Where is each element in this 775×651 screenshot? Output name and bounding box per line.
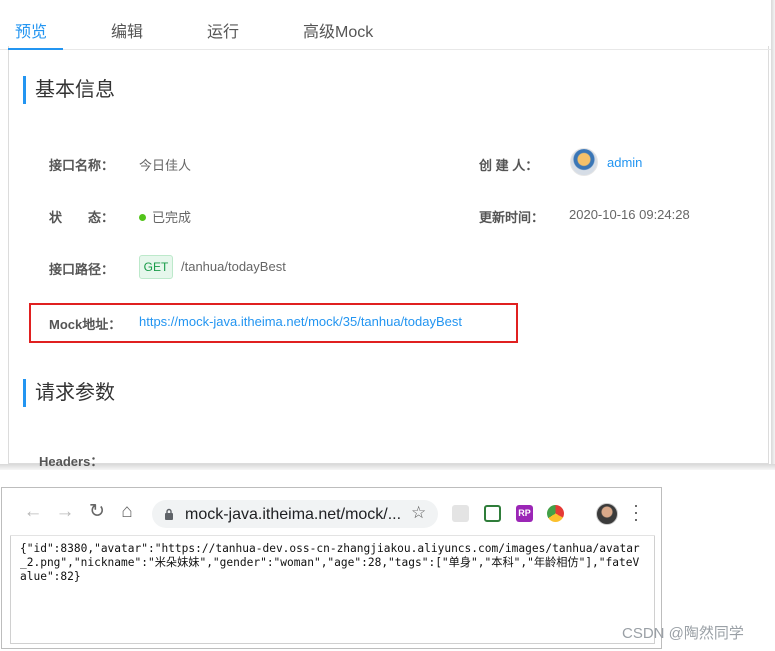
tab-edit[interactable]: 编辑 (111, 18, 143, 42)
extension-rp-icon[interactable]: RP (516, 505, 533, 522)
watermark: CSDN @陶然同学 (622, 625, 744, 642)
creator-label: 创 建 人： (479, 158, 539, 173)
active-tab-indicator (8, 48, 63, 50)
request-params-title: 请求参数 (23, 379, 115, 407)
address-bar[interactable]: mock-java.itheima.net/mock/... ☆ (152, 500, 438, 528)
name-label: 接口名称： (49, 158, 115, 173)
creator-avatar[interactable] (570, 148, 598, 176)
content-frame (8, 46, 769, 464)
updated-value: 2020-10-16 09:24:28 (569, 207, 690, 222)
status-label: 状 态： (49, 210, 115, 225)
tab-run[interactable]: 运行 (207, 18, 239, 42)
path-label: 接口路径： (49, 262, 115, 277)
creator-link[interactable]: admin (607, 155, 642, 170)
tab-preview[interactable]: 预览 (15, 18, 47, 42)
updated-label: 更新时间： (479, 210, 545, 225)
extension-y-icon[interactable] (547, 505, 564, 522)
profile-avatar-icon[interactable] (596, 503, 618, 525)
reload-icon[interactable]: ↻ (86, 501, 108, 523)
mock-url-link[interactable]: https://mock-java.itheima.net/mock/35/ta… (139, 314, 462, 329)
home-icon[interactable]: ⌂ (116, 501, 138, 523)
mock-label: Mock地址： (49, 317, 122, 332)
status-value: 已完成 (139, 207, 191, 226)
status-text: 已完成 (152, 210, 192, 225)
browser-window: ← → ↻ ⌂ mock-java.itheima.net/mock/... ☆… (1, 487, 662, 649)
panel-shadow-right (771, 0, 775, 470)
browser-toolbar: ← → ↻ ⌂ mock-java.itheima.net/mock/... ☆… (10, 488, 655, 536)
address-text[interactable]: mock-java.itheima.net/mock/... (185, 506, 401, 524)
json-response-body: {"id":8380,"avatar":"https://tanhua-dev.… (20, 542, 640, 583)
tab-bar: 预览 编辑 运行 高级Mock (0, 0, 771, 50)
extension-key-icon[interactable] (484, 505, 501, 522)
tab-advanced-mock[interactable]: 高级Mock (303, 18, 373, 42)
extension-grid-icon[interactable] (452, 505, 469, 522)
method-tag: GET (139, 255, 173, 279)
name-value: 今日佳人 (139, 158, 192, 173)
headers-label: Headers： (39, 454, 104, 469)
basic-info-title: 基本信息 (23, 76, 115, 104)
bookmark-star-icon[interactable]: ☆ (411, 503, 426, 523)
api-preview-panel: 预览 编辑 运行 高级Mock 基本信息 接口名称： 今日佳人 创 建 人： a… (0, 0, 775, 470)
back-arrow-icon[interactable]: ← (22, 501, 44, 523)
panel-shadow-bottom (0, 464, 775, 470)
status-dot-icon (139, 214, 146, 221)
forward-arrow-icon[interactable]: → (54, 501, 76, 523)
lock-icon[interactable] (164, 508, 174, 520)
more-menu-icon[interactable]: · · · (632, 496, 640, 528)
path-value: /tanhua/todayBest (181, 259, 286, 274)
